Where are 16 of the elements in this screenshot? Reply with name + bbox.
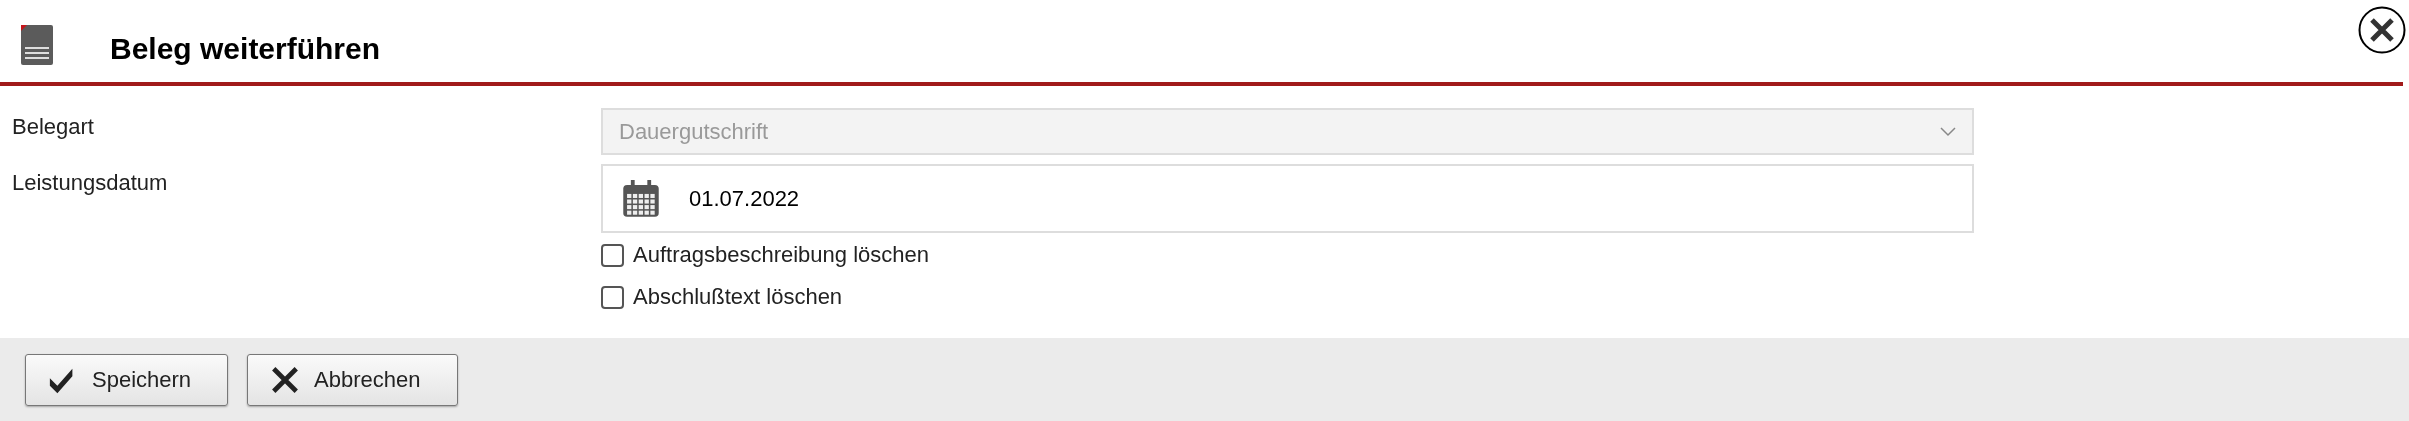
date-field[interactable]: 01.07.2022 <box>601 164 1974 233</box>
checkbox[interactable] <box>601 285 624 309</box>
chevron-down-icon <box>1940 126 1956 137</box>
save-button[interactable]: Speichern <box>25 353 229 406</box>
cancel-button[interactable]: Abbrechen <box>247 353 458 406</box>
close-button[interactable] <box>2358 6 2406 54</box>
field-label: Belegart <box>11 113 95 140</box>
dialog-title: Beleg weiterführen <box>110 32 381 66</box>
checkbox[interactable] <box>601 243 624 267</box>
close-icon <box>2358 6 2406 54</box>
checkbox-label: Abschlußtext löschen <box>633 284 843 310</box>
close-icon <box>270 364 301 395</box>
checkbox-label: Auftragsbeschreibung löschen <box>633 242 929 268</box>
field-label: Leistungsdatum <box>11 169 169 196</box>
calendar-icon[interactable] <box>622 179 660 218</box>
document-icon <box>21 25 53 65</box>
